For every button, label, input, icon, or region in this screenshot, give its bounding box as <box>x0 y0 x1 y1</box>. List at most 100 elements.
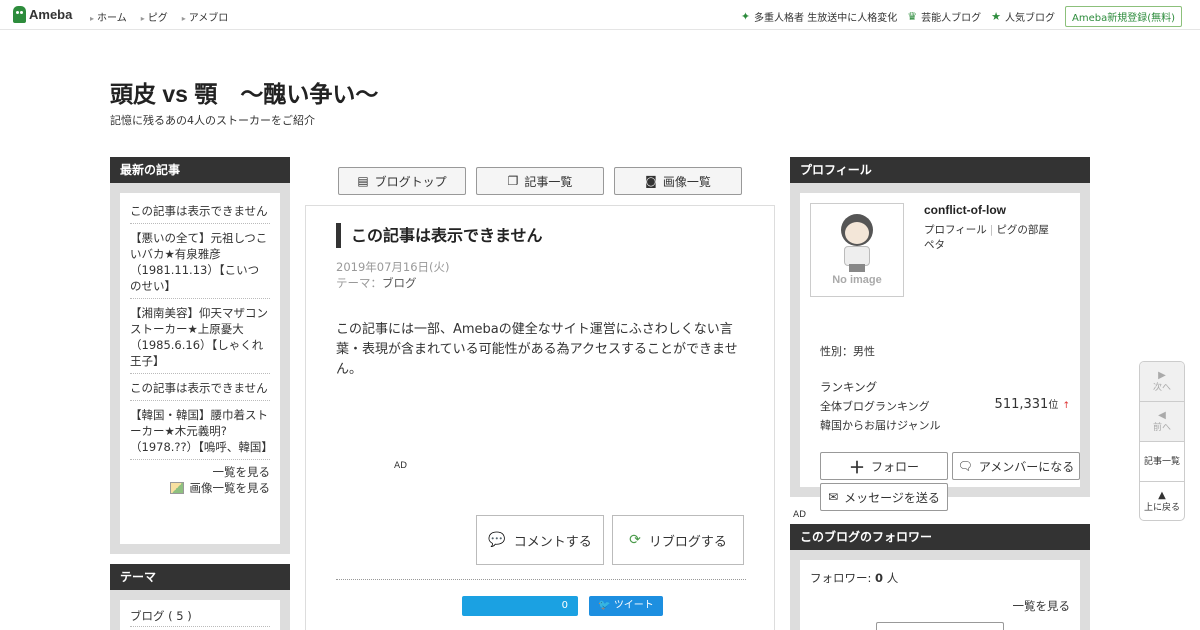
like-count: 0 <box>561 600 568 611</box>
send-message-button[interactable]: ✉ メッセージを送る <box>820 483 948 511</box>
ameba-logo-icon <box>13 6 26 23</box>
ad-label: AD <box>394 461 408 471</box>
article-date: 2019年07月16日(火) <box>336 260 450 274</box>
ranking-genre[interactable]: 韓国からお届けジャンル <box>820 417 940 433</box>
tab-image-list[interactable]: ◙ 画像一覧 <box>614 167 742 195</box>
comment-button[interactable]: 💬 コメントする <box>476 515 604 565</box>
amember-button[interactable]: 🗨 アメンバーになる <box>952 452 1080 480</box>
trend-link[interactable]: ✦ 多重人格者 生放送中に人格変化 <box>741 9 897 24</box>
play-left-icon: ◀ <box>1158 409 1166 421</box>
like-button[interactable]: 0 <box>462 596 578 616</box>
follow-button[interactable]: ＋ フォロー <box>820 452 948 480</box>
followers-more-link[interactable]: 一覧を見る <box>1013 598 1071 614</box>
profile-link[interactable]: プロフィール <box>924 224 987 236</box>
article-list-label: 記事一覧 <box>1143 456 1180 467</box>
article-theme-link[interactable]: ブログ <box>382 276 417 290</box>
play-right-icon: ▶ <box>1158 369 1166 381</box>
tab-image-list-label: 画像一覧 <box>662 174 711 189</box>
ameba-logo[interactable]: Ameba <box>13 6 72 23</box>
tab-article-list[interactable]: ❐ 記事一覧 <box>476 167 604 195</box>
article-title[interactable]: この記事は表示できません <box>336 223 543 248</box>
follower-count-unit: 人 <box>883 571 899 585</box>
recent-articles-heading: 最新の記事 <box>110 157 290 183</box>
arrow-up-icon: ↑ <box>1062 401 1070 411</box>
tweet-label: ツイート <box>613 600 654 611</box>
profile-links: プロフィール | ピグの部屋 ペタ <box>924 223 1084 253</box>
nav-ameblo[interactable]: アメブロ <box>182 9 229 24</box>
tweet-button[interactable]: 🐦 ツイート <box>589 596 663 616</box>
no-image-label: No image <box>832 274 882 286</box>
trend-text: 多重人格者 生放送中に人格変化 <box>754 13 898 24</box>
profile-gender: 性別：男性 <box>820 345 875 358</box>
followers-heading: このブログのフォロワー <box>790 524 1090 550</box>
theme-list: ブログ ( 5 ) <box>120 600 280 630</box>
ranking-value: 511,331位 ↑ <box>995 396 1070 412</box>
prev-article-button[interactable]: ◀ 前へ <box>1140 402 1184 442</box>
comment-label: コメントする <box>513 534 592 550</box>
recent-articles-list: この記事は表示できません 【悪いの全て】元祖しつこいバカ★有泉雅彦（1981.1… <box>120 193 280 544</box>
triangle-up-icon: ▲ <box>1158 490 1166 501</box>
article-theme: テーマ：ブログ <box>336 275 417 291</box>
followers-panel: このブログのフォロワー フォロワー: 0 人 一覧を見る <box>790 524 1090 630</box>
ranking-number: 511,331 <box>994 397 1049 412</box>
register-button[interactable]: Ameba新規登録(無料) <box>1064 6 1182 27</box>
article-list-button[interactable]: 記事一覧 <box>1140 442 1184 482</box>
nav-home[interactable]: ホーム <box>90 9 127 24</box>
avatar[interactable]: No image <box>810 203 904 297</box>
image-list-more-text: 画像一覧を見る <box>189 481 271 495</box>
floating-nav: ▶ 次へ ◀ 前へ 記事一覧 ▲ 上に戻る <box>1139 361 1185 521</box>
right-ad-label: AD <box>793 510 807 520</box>
profile-body: No image conflict-of-low プロフィール | ピグの部屋 ペタ… <box>800 193 1080 511</box>
crown-icon: ♛ <box>907 10 918 23</box>
back-to-top-label: 上に戻る <box>1143 503 1180 513</box>
theme-link[interactable]: ブログ ( 5 ) <box>130 608 270 627</box>
twitter-icon: 🐦 <box>598 600 611 611</box>
recent-article-link[interactable]: 【悪いの全て】元祖しつこいバカ★有泉雅彦（1981.11.13）【こいつのせい】 <box>130 228 270 299</box>
tab-blog-top[interactable]: ▤ ブログトップ <box>338 167 466 195</box>
comment-icon: 💬 <box>488 532 506 548</box>
ranking-unit: 位 <box>1048 400 1059 411</box>
popular-blog-text: 人気ブログ <box>1004 13 1055 24</box>
global-nav: ホーム ピグ アメブロ <box>90 9 228 24</box>
celebrity-blog-text: 芸能人ブログ <box>921 13 982 24</box>
article: この記事は表示できません 2019年07月16日(火) テーマ：ブログ この記事… <box>305 205 775 630</box>
header-right: ✦ 多重人格者 生放送中に人格変化 ♛ 芸能人ブログ ★ 人気ブログ Ameba新規登… <box>741 6 1182 27</box>
avatar-face <box>845 222 869 244</box>
blog-title[interactable]: 頭皮 vs 顎 ～醜い争い～ <box>110 75 378 109</box>
tab-blog-top-label: ブログトップ <box>374 174 447 189</box>
celebrity-blog-link[interactable]: ♛ 芸能人ブログ <box>907 9 981 24</box>
followers-follow-button[interactable] <box>876 622 1004 630</box>
recent-article-link[interactable]: この記事は表示できません <box>130 378 270 401</box>
image-list-more-link[interactable]: 画像一覧を見る <box>130 480 270 496</box>
link-separator: | <box>989 224 994 236</box>
recent-articles-panel: 最新の記事 この記事は表示できません 【悪いの全て】元祖しつこいバカ★有泉雅彦（… <box>110 157 290 554</box>
reblog-button[interactable]: ⟳ リブログする <box>612 515 744 565</box>
nav-pigg[interactable]: ピグ <box>141 9 168 24</box>
theme-heading: テーマ <box>110 564 290 590</box>
envelope-icon: ✉ <box>828 490 839 504</box>
recent-list-more-link[interactable]: 一覧を見る <box>130 464 271 480</box>
follower-count: フォロワー: 0 人 <box>810 570 898 586</box>
recent-article-link[interactable]: この記事は表示できません <box>130 201 270 224</box>
recent-article-link[interactable]: 【湘南美容】仰天マザコンストーカー★上原憂大（1985.6.16）【しゃくれ王子… <box>130 303 270 374</box>
next-article-button[interactable]: ▶ 次へ <box>1140 362 1184 402</box>
peta-link[interactable]: ペタ <box>924 239 945 251</box>
ranking-label: ランキング <box>820 380 878 394</box>
global-header: Ameba ホーム ピグ アメブロ ✦多重人格者 生放送中に人格変化 ♛芸能人ブ… <box>0 0 1200 30</box>
documents-icon: ❐ <box>507 174 519 188</box>
logo-text: Ameba <box>29 7 73 22</box>
pigg-room-link[interactable]: ピグの部屋 <box>996 224 1049 236</box>
popular-blog-link[interactable]: ★ 人気ブログ <box>991 9 1055 24</box>
blog-description: 記憶に残るあの4人のストーカーをご紹介 <box>110 114 315 127</box>
blog-tabs: ▤ ブログトップ ❐ 記事一覧 ◙ 画像一覧 <box>338 167 742 195</box>
avatar-body <box>844 246 870 266</box>
profile-panel: プロフィール No image conflict-of-low プロフィール | ピ… <box>790 157 1090 511</box>
back-to-top-button[interactable]: ▲ 上に戻る <box>1140 482 1184 520</box>
profile-name[interactable]: conflict-of-low <box>924 203 1006 217</box>
recent-article-link[interactable]: 【韓国・韓国】腰巾着ストーカー★木元義明?（1978.??）【嗚呼、韓国】 <box>130 405 273 460</box>
reblog-icon: ⟳ <box>629 532 641 548</box>
next-label: 次へ <box>1152 382 1171 393</box>
prev-label: 前へ <box>1152 422 1171 433</box>
follower-count-value: 0 <box>875 571 884 585</box>
divider <box>336 579 746 580</box>
